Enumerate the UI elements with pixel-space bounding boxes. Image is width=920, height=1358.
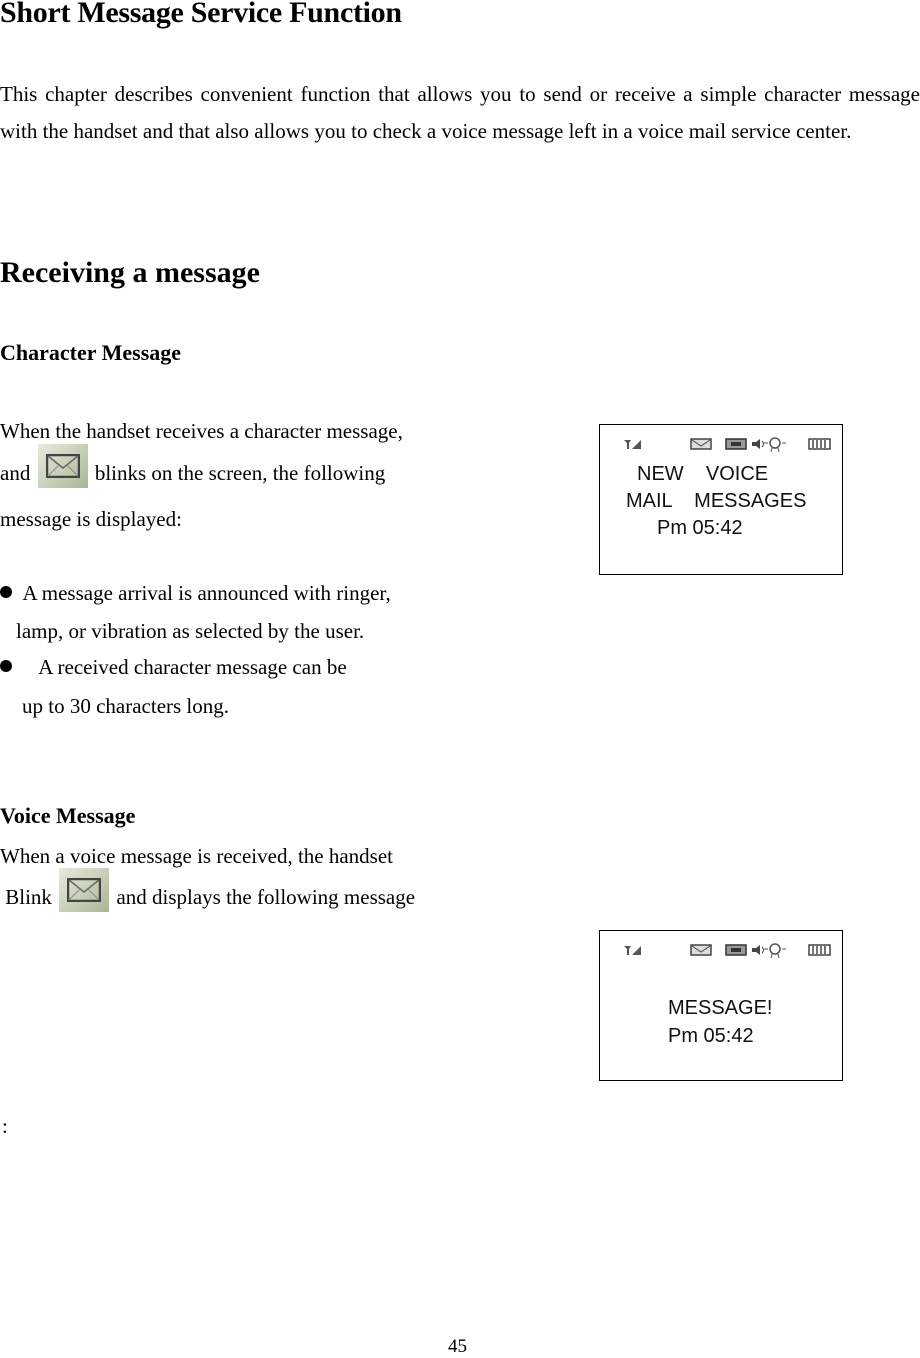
bullet-item-continuation: lamp, or vibration as selected by the us… bbox=[16, 619, 365, 643]
character-message-line1: When the handset receives a character me… bbox=[0, 419, 403, 443]
screen-time: Pm 05:42 bbox=[657, 517, 743, 539]
character-message-line2-before: and bbox=[0, 461, 31, 485]
bullet-item-continuation: up to 30 characters long. bbox=[22, 694, 230, 718]
envelope-icon bbox=[37, 444, 88, 488]
character-message-line2-after: blinks on the screen, the following bbox=[94, 461, 386, 485]
character-message-heading: Character Message bbox=[0, 340, 182, 365]
voicemail-icon bbox=[725, 943, 747, 961]
bullet-icon bbox=[0, 586, 12, 598]
page-number: 45 bbox=[448, 1336, 467, 1357]
voice-message-line2-before: Blink bbox=[5, 885, 52, 909]
envelope-icon bbox=[690, 943, 712, 961]
battery-icon bbox=[808, 943, 832, 961]
status-bar bbox=[600, 943, 842, 959]
signal-icon bbox=[622, 943, 642, 961]
character-message-line3: message is displayed: bbox=[0, 507, 182, 531]
bullet-icon bbox=[0, 660, 12, 672]
voice-message-line1: When a voice message is received, the ha… bbox=[0, 844, 394, 868]
phone-screen-new-voicemail: NEW VOICE MAIL MESSAGES Pm 05:42 bbox=[599, 424, 843, 575]
phone-screen-message: MESSAGE! Pm 05:42 bbox=[599, 930, 843, 1081]
signal-icon bbox=[622, 437, 642, 455]
trailing-colon: : bbox=[2, 1114, 8, 1138]
voice-message-heading: Voice Message bbox=[0, 803, 136, 828]
intro-paragraph: This chapter describes convenient functi… bbox=[0, 82, 920, 143]
screen-line-1: MESSAGE! bbox=[668, 997, 773, 1019]
battery-icon bbox=[808, 437, 832, 455]
voice-message-line2-after: and displays the following message bbox=[116, 885, 416, 909]
screen-line-1: NEW VOICE bbox=[637, 463, 769, 485]
voicemail-icon bbox=[725, 437, 747, 455]
character-message-line2: and blinks on the screen, the following bbox=[0, 444, 385, 488]
screen-time: Pm 05:42 bbox=[668, 1025, 754, 1047]
voice-message-line2: Blink and displays the following message bbox=[0, 868, 415, 912]
bullet-item: A received character message can be bbox=[0, 655, 347, 680]
envelope-icon bbox=[690, 437, 712, 455]
status-bar bbox=[600, 437, 842, 453]
bullet-item: A message arrival is announced with ring… bbox=[0, 581, 391, 606]
ringer-icon bbox=[764, 437, 786, 458]
section-heading: Receiving a message bbox=[0, 256, 260, 289]
ringer-icon bbox=[764, 943, 786, 964]
screen-line-2: MAIL MESSAGES bbox=[626, 490, 807, 512]
page-title: Short Message Service Function bbox=[0, 0, 402, 29]
envelope-icon bbox=[59, 868, 110, 912]
